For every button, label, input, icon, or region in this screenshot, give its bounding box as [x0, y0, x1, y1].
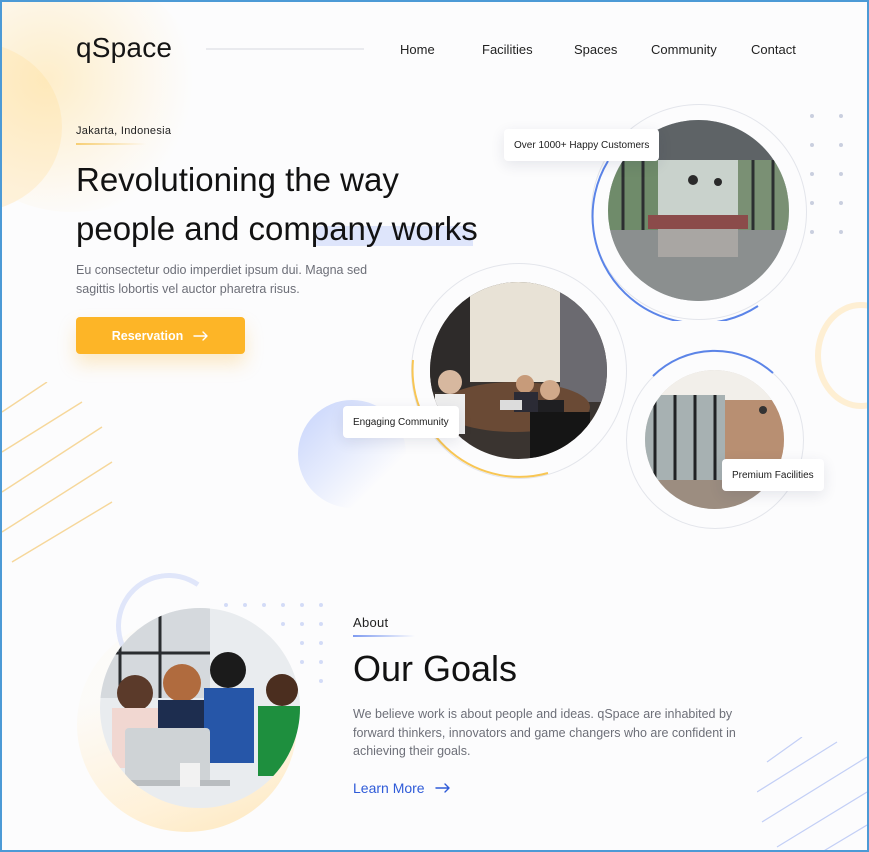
- nav-home[interactable]: Home: [400, 42, 435, 57]
- nav-community[interactable]: Community: [651, 42, 717, 57]
- arrow-right-icon: [193, 330, 208, 341]
- logo-divider: [206, 48, 364, 50]
- about-underline: [353, 635, 415, 637]
- decor-hatch-lines-blue: [757, 737, 867, 850]
- page-frame: qSpace Home Facilities Spaces Community …: [0, 0, 869, 852]
- hero-location: Jakarta, Indonesia: [76, 125, 172, 137]
- about-title: Our Goals: [353, 648, 518, 689]
- badge-customers: Over 1000+ Happy Customers: [504, 129, 660, 161]
- decor-right-arc: [815, 302, 867, 409]
- nav-spaces[interactable]: Spaces: [574, 42, 617, 57]
- reservation-button-label: Reservation: [111, 328, 184, 343]
- about-body: We believe work is about people and idea…: [353, 707, 736, 758]
- nav-contact[interactable]: Contact: [751, 42, 796, 57]
- team-photo: [100, 608, 300, 808]
- headline-line-2: people and company works: [76, 210, 478, 247]
- hero-subtext: Eu consectetur odio imperdiet ipsum dui.…: [76, 263, 368, 296]
- nav-facilities[interactable]: Facilities: [482, 42, 533, 57]
- arrow-right-icon: [434, 783, 450, 793]
- decor-hatch-lines: [2, 382, 113, 563]
- hero-headline: Revolutioning the way people and company…: [76, 155, 516, 253]
- learn-more-link[interactable]: Learn More: [353, 780, 451, 796]
- badge-community: Engaging Community: [343, 406, 459, 438]
- brand-logo[interactable]: qSpace: [76, 32, 172, 64]
- headline-line-1: Revolutioning the way: [76, 161, 399, 198]
- team-photo-image: [100, 608, 300, 808]
- about-label: About: [353, 615, 389, 630]
- location-underline: [76, 143, 146, 145]
- reservation-button[interactable]: Reservation: [76, 317, 245, 354]
- badge-facilities: Premium Facilities: [722, 459, 824, 491]
- learn-more-label: Learn More: [353, 780, 425, 796]
